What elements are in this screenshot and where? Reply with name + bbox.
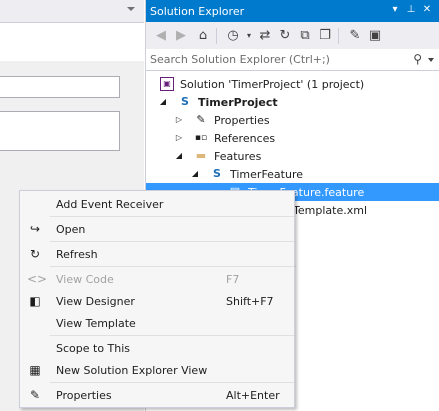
menu-item-label: Properties — [56, 389, 112, 402]
tree-item-project[interactable]: ◢ S TimerProject — [146, 93, 439, 111]
wrench-icon: ✎ — [196, 113, 206, 126]
menu-item-label: Open — [56, 223, 86, 236]
menu-item-label: View Designer — [56, 295, 135, 308]
menu-item-new-solution-explorer-view[interactable]: ▦ New Solution Explorer View — [21, 359, 293, 381]
menu-item-open[interactable]: ↪ Open — [21, 218, 293, 240]
menu-item-label: Refresh — [56, 248, 98, 261]
menu-item-label: Add Event Receiver — [56, 198, 164, 211]
window-position-dropdown-icon[interactable]: ▾ — [388, 3, 402, 17]
wrench-icon: ✎ — [29, 388, 41, 402]
context-menu: Add Event Receiver ↪ Open ↻ Refresh <> V… — [19, 190, 295, 408]
tab-dropdown-icon[interactable] — [127, 7, 135, 11]
menu-item-label: View Template — [56, 317, 136, 330]
refresh-icon[interactable]: ↻ — [276, 27, 294, 45]
menu-item-add-event-receiver[interactable]: Add Event Receiver — [21, 193, 293, 215]
close-icon[interactable]: ✕ — [420, 3, 434, 17]
tree-item-properties[interactable]: ▷ ✎ Properties — [146, 111, 439, 129]
menu-item-view-template[interactable]: View Template — [21, 312, 293, 334]
toolbar-separator — [338, 28, 339, 44]
feature-icon: S — [213, 167, 221, 180]
forward-icon[interactable]: ▶ — [172, 27, 190, 45]
collapse-all-icon[interactable]: ⧉ — [296, 27, 314, 45]
tree-item-label: Properties — [214, 114, 270, 127]
new-view-icon: ▦ — [29, 363, 41, 377]
menu-item-shortcut: Shift+F7 — [226, 295, 274, 308]
tree-item-label: Solution 'TimerProject' (1 project) — [180, 78, 365, 91]
pin-icon[interactable]: ⊥ — [404, 3, 418, 17]
sharepoint-project-icon: S — [178, 95, 192, 109]
designer-text-field[interactable] — [0, 76, 120, 98]
search-icon[interactable]: ⚲ — [413, 52, 422, 66]
collapse-arrow-icon[interactable]: ◢ — [190, 165, 200, 183]
menu-item-shortcut: Alt+Enter — [226, 389, 280, 402]
menu-item-properties[interactable]: ✎ Properties Alt+Enter — [21, 384, 293, 406]
search-input[interactable]: Search Solution Explorer (Ctrl+;) — [150, 53, 330, 66]
tree-item-references[interactable]: ▷ ▪▫ References — [146, 129, 439, 147]
menu-separator — [50, 241, 294, 242]
menu-separator — [50, 382, 294, 383]
designer-icon: ◧ — [29, 294, 41, 308]
menu-separator — [50, 335, 294, 336]
tree-item-label: References — [214, 132, 276, 145]
toolbar-separator — [216, 28, 217, 44]
menu-item-shortcut: F7 — [226, 273, 240, 286]
menu-item-view-code[interactable]: <> View Code F7 — [21, 268, 293, 290]
tree-item-features[interactable]: ◢ ▬ Features — [146, 147, 439, 165]
preview-icon[interactable]: ▣ — [366, 27, 384, 45]
tree-item-solution[interactable]: ▣ Solution 'TimerProject' (1 project) — [146, 75, 439, 93]
back-icon[interactable]: ◀ — [152, 27, 170, 45]
solution-explorer-title-bar: Solution Explorer ▾ ⊥ ✕ — [146, 0, 439, 22]
solution-icon: ▣ — [160, 77, 174, 91]
open-icon: ↪ — [29, 222, 41, 236]
sync-icon[interactable]: ⇄ — [256, 27, 274, 45]
collapse-arrow-icon[interactable]: ◢ — [158, 93, 168, 111]
menu-item-label: View Code — [56, 273, 114, 286]
menu-item-refresh[interactable]: ↻ Refresh — [21, 243, 293, 265]
properties-icon[interactable]: ✎ — [346, 27, 364, 45]
search-options-dropdown-icon[interactable] — [428, 58, 434, 62]
menu-item-label: Scope to This — [56, 342, 131, 355]
menu-item-view-designer[interactable]: ◧ View Designer Shift+F7 — [21, 290, 293, 312]
home-icon[interactable]: ⌂ — [194, 27, 212, 45]
menu-separator — [50, 216, 294, 217]
references-icon: ▪▫ — [194, 133, 208, 143]
collapse-arrow-icon[interactable]: ◢ — [174, 147, 184, 165]
tree-item-label: TimerProject — [198, 96, 278, 109]
menu-item-scope-to-this[interactable]: Scope to This — [21, 337, 293, 359]
expand-arrow-icon[interactable]: ▷ — [174, 111, 184, 129]
code-icon: <> — [27, 272, 48, 286]
folder-icon: ▬ — [195, 149, 207, 162]
tree-item-label: TimerFeature — [230, 168, 304, 181]
panel-title: Solution Explorer — [150, 5, 245, 18]
tree-item-label: Features — [214, 150, 262, 163]
menu-separator — [50, 266, 294, 267]
tree-item-timerfeature[interactable]: ◢ S TimerFeature — [146, 165, 439, 183]
refresh-icon: ↻ — [29, 247, 41, 261]
solution-explorer-search[interactable]: Search Solution Explorer (Ctrl+;) ⚲ — [146, 49, 439, 71]
show-all-files-icon[interactable]: ❐ — [316, 27, 334, 45]
expand-arrow-icon[interactable]: ▷ — [174, 129, 184, 147]
menu-item-label: New Solution Explorer View — [56, 364, 208, 377]
designer-multiline-field[interactable] — [0, 111, 120, 151]
solution-explorer-toolbar: ◀ ▶ ⌂ ◷ ▾ ⇄ ↻ ⧉ ❐ ✎ ▣ — [146, 22, 439, 49]
editor-tab-strip — [0, 0, 144, 23]
